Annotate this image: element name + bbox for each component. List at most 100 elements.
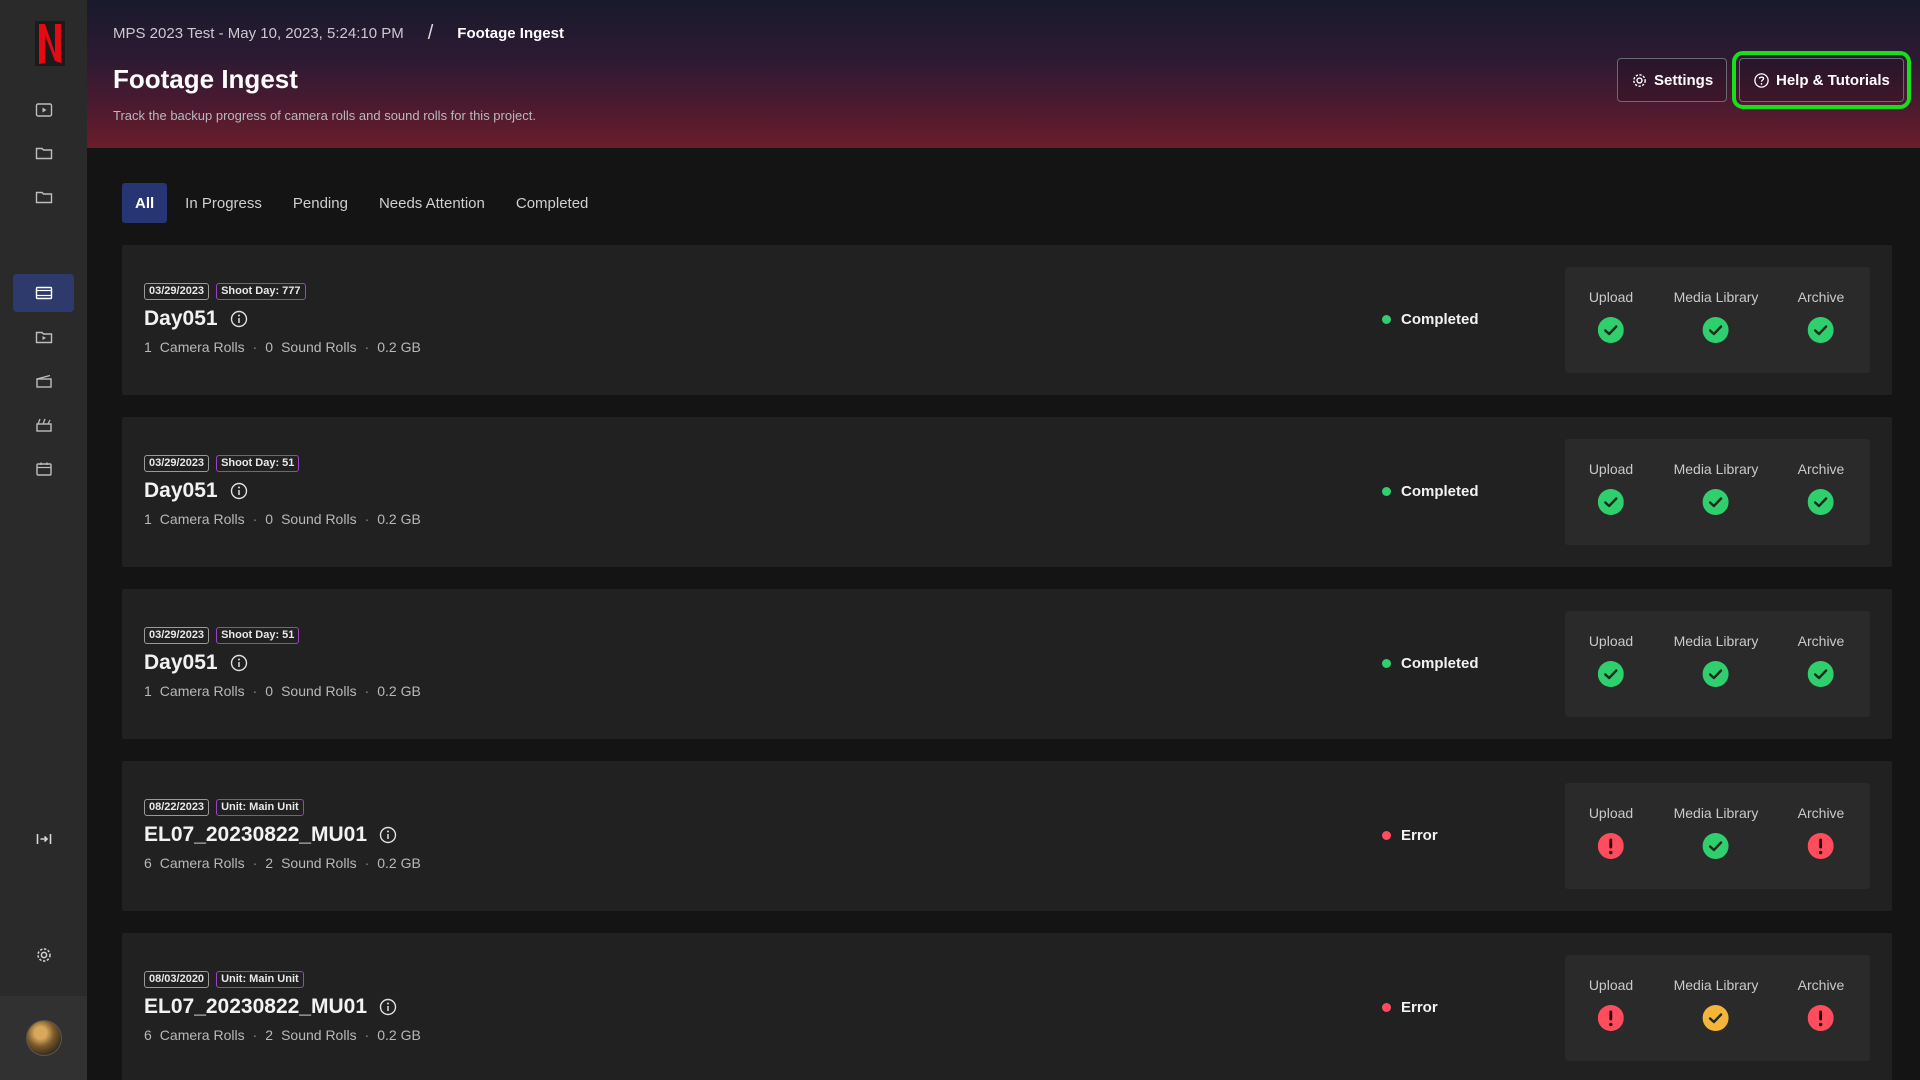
status-label: Error [1401,999,1438,1016]
status-dot [1382,831,1391,840]
status-dot [1382,659,1391,668]
card-title: EL07_20230822_MU01 [144,995,397,1019]
play-square-icon[interactable] [13,91,74,129]
tab-needs-attention[interactable]: Needs Attention [366,183,498,223]
netflix-logo[interactable] [35,21,65,66]
status-dot [1382,487,1391,496]
ingest-card[interactable]: 03/29/2023 Shoot Day: 51 Day051 1 Camera Rol… [122,417,1892,567]
ingest-card[interactable]: 08/03/2020 Unit: Main Unit EL07_20230822_M… [122,933,1892,1080]
separator-dot: · [252,339,258,355]
ingest-card[interactable]: 08/22/2023 Unit: Main Unit EL07_20230822_M… [122,761,1892,911]
stage-label: Archive [1797,977,1845,993]
tab-pending[interactable]: Pending [280,183,361,223]
card-title: Day051 [144,479,248,503]
gear-icon[interactable] [13,936,74,974]
sound-rolls-label: Sound Rolls [281,1027,357,1043]
size: 0.2 GB [377,683,421,699]
date-badge: 03/29/2023 [144,627,210,644]
warning-check-icon [1702,1005,1729,1031]
info-icon[interactable] [230,482,248,500]
size: 0.2 GB [377,1027,421,1043]
ingest-card[interactable]: 03/29/2023 Shoot Day: 777 Day051 1 Camera Ro… [122,245,1892,395]
tab-all[interactable]: All [122,183,168,223]
tag-badge: Shoot Day: 51 [216,627,300,644]
badges: 03/29/2023 Shoot Day: 51 [144,455,300,472]
sound-rolls-label: Sound Rolls [281,683,357,699]
card-name[interactable]: Day051 [144,651,218,675]
date-badge: 08/22/2023 [144,799,210,816]
status: Error [1382,827,1438,844]
folder-icon[interactable] [13,134,74,172]
card-name[interactable]: EL07_20230822_MU01 [144,995,367,1019]
play-folder-icon[interactable] [13,318,74,356]
info-icon[interactable] [230,654,248,672]
collapse-sidebar-icon[interactable] [13,820,74,858]
calendar-icon[interactable] [13,450,74,488]
separator-dot: · [252,1027,258,1043]
clapperboard-icon[interactable] [13,362,74,400]
card-title: Day051 [144,307,248,331]
avatar[interactable] [25,1020,62,1056]
ingest-card[interactable]: 03/29/2023 Shoot Day: 51 Day051 1 Camera Rol… [122,589,1892,739]
status-label: Completed [1401,311,1479,328]
stage-label: Media Library [1673,805,1759,821]
separator-dot: · [364,855,370,871]
stage-panel: Upload Media Library Archive [1565,439,1870,545]
sound-rolls-count: 0 [265,339,274,355]
stage-2: Archive [1798,633,1844,687]
clapperboard-icon[interactable] [13,406,74,444]
stage-panel: Upload Media Library Archive [1565,611,1870,717]
tab-completed[interactable]: Completed [503,183,602,223]
stage-label: Archive [1797,805,1845,821]
error-icon [1808,1005,1834,1031]
size: 0.2 GB [377,339,421,355]
stage-0: Upload [1589,289,1633,343]
card-name[interactable]: Day051 [144,307,218,331]
separator-dot: · [364,511,370,527]
card-name[interactable]: EL07_20230822_MU01 [144,823,367,847]
status: Completed [1382,311,1479,328]
error-icon [1598,1005,1624,1031]
card-title: Day051 [144,651,248,675]
help-tutorials-button[interactable]: Help & Tutorials [1732,51,1911,109]
card-name[interactable]: Day051 [144,479,218,503]
separator-dot: · [252,855,258,871]
breadcrumb: MPS 2023 Test - May 10, 2023, 5:24:10 PM… [113,22,564,45]
stage-label: Media Library [1673,461,1759,477]
info-icon[interactable] [230,310,248,328]
camera-rolls-count: 1 [144,339,152,355]
page-header: MPS 2023 Test - May 10, 2023, 5:24:10 PM… [87,0,1920,148]
stage-2: Archive [1797,977,1845,1031]
card-meta: 1 Camera Rolls · 0 Sound Rolls · 0.2 GB [144,511,421,527]
camera-rolls-label: Camera Rolls [159,855,245,871]
breadcrumb-project[interactable]: MPS 2023 Test - May 10, 2023, 5:24:10 PM [113,25,404,42]
check-icon [1598,489,1624,515]
page-subtitle: Track the backup progress of camera roll… [113,108,536,123]
error-icon [1808,833,1834,859]
settings-button[interactable]: Settings [1617,58,1728,102]
help-label: Help & Tutorials [1776,71,1890,89]
status-dot [1382,315,1391,324]
badges: 08/03/2020 Unit: Main Unit [144,971,304,988]
status-label: Error [1401,827,1438,844]
info-icon[interactable] [379,998,397,1016]
stage-panel: Upload Media Library Archive [1565,955,1870,1061]
stage-1: Media Library [1673,805,1759,859]
help-icon [1754,72,1769,88]
film-icon[interactable] [13,274,74,312]
status: Error [1382,999,1438,1016]
stage-2: Archive [1798,289,1844,343]
check-icon [1598,317,1624,343]
size: 0.2 GB [377,511,421,527]
date-badge: 03/29/2023 [144,455,210,472]
stage-0: Upload [1589,977,1633,1031]
sound-rolls-count: 2 [265,855,274,871]
separator-dot: · [252,683,258,699]
tab-in-progress[interactable]: In Progress [172,183,275,223]
camera-rolls-label: Camera Rolls [159,511,245,527]
breadcrumb-current: Footage Ingest [457,25,564,42]
date-badge: 08/03/2020 [144,971,210,988]
folder-icon[interactable] [13,178,74,216]
user-menu[interactable] [0,996,87,1080]
info-icon[interactable] [379,826,397,844]
